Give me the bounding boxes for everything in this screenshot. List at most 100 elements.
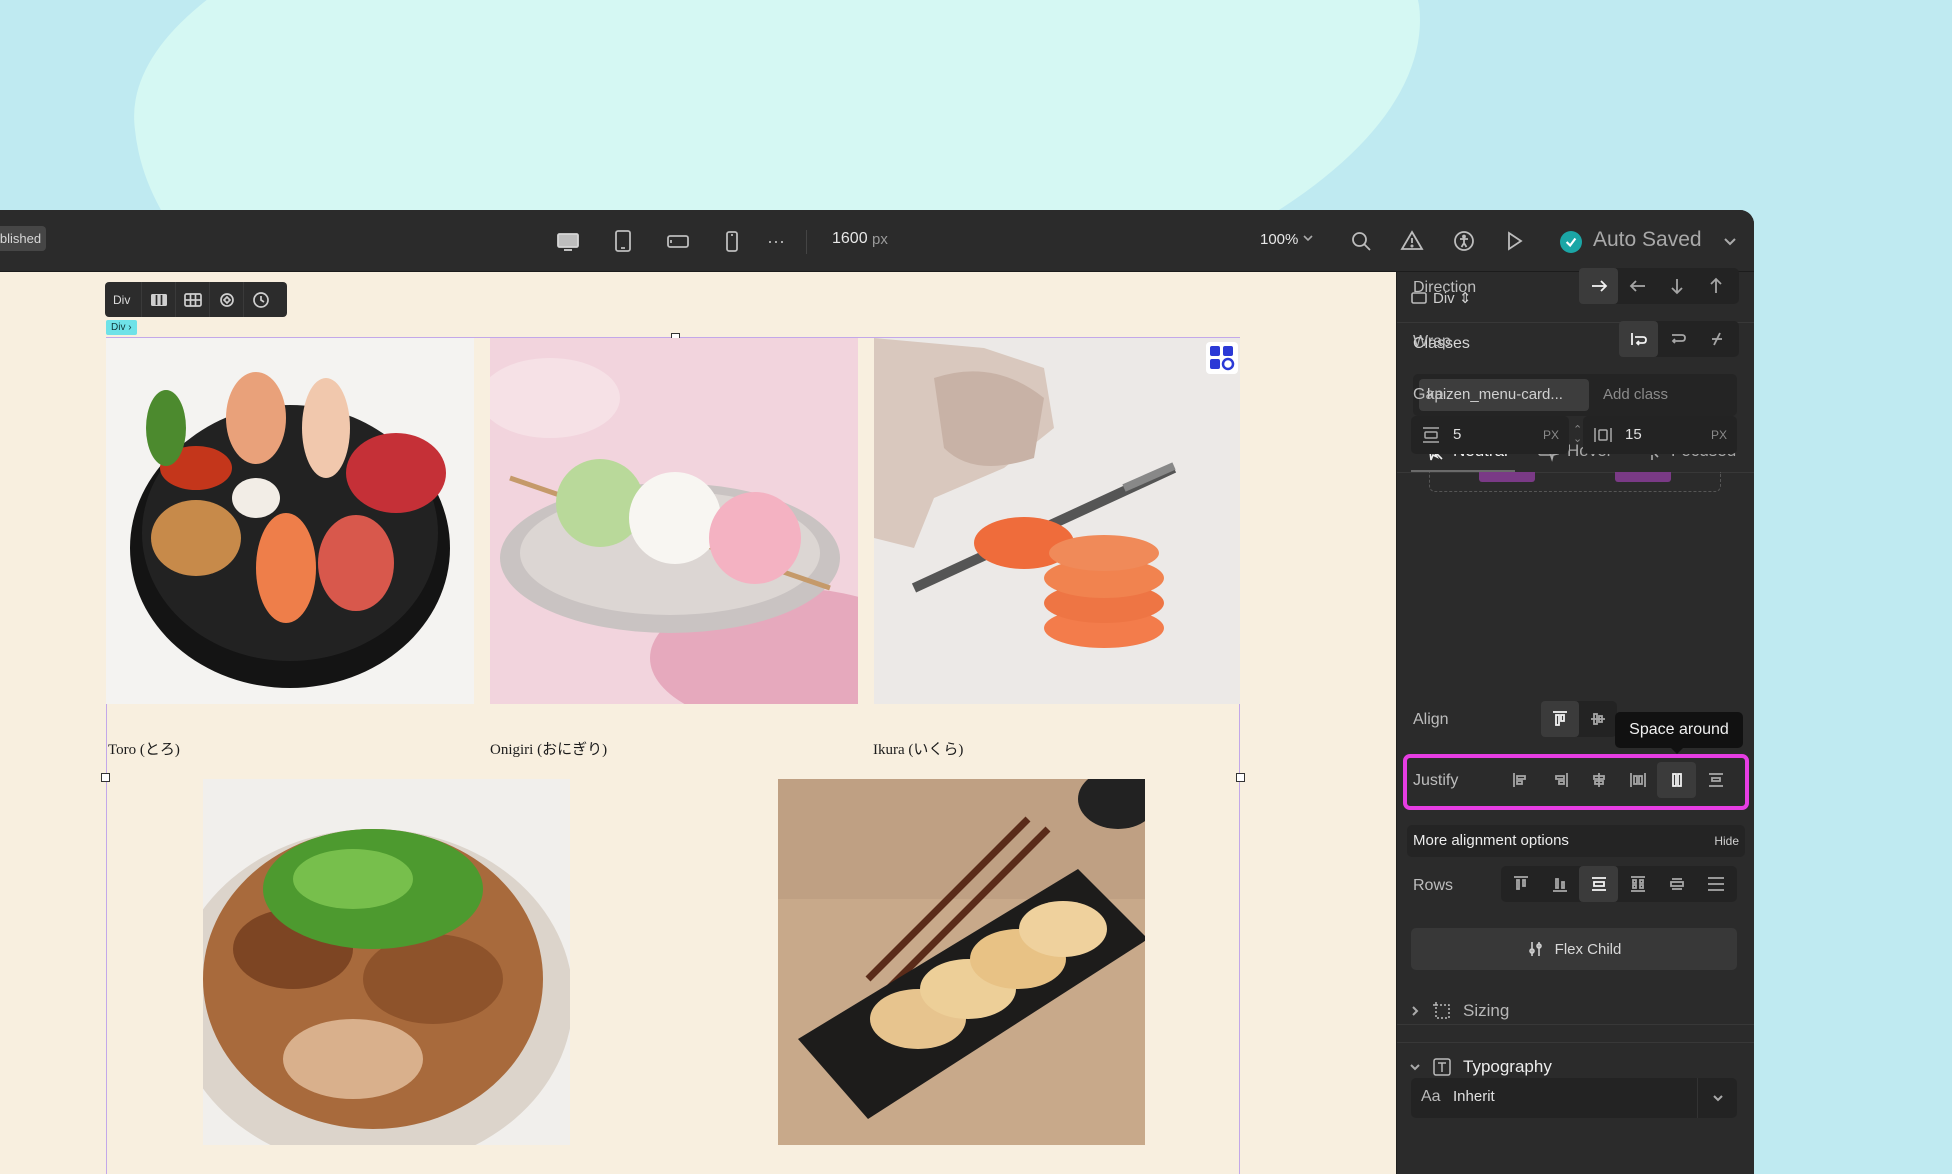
- rows-stretch-icon[interactable]: [1696, 866, 1735, 902]
- column-gap-field[interactable]: 15 PX: [1583, 416, 1737, 454]
- wrap-reverse-icon[interactable]: [1697, 321, 1736, 357]
- spacing-preview-box: [1429, 472, 1721, 492]
- justify-label: Justify: [1413, 772, 1459, 789]
- font-family-select[interactable]: Aa Inherit: [1411, 1078, 1737, 1118]
- justify-center-icon[interactable]: [1579, 762, 1618, 798]
- auto-saved-status: Auto Saved: [1593, 228, 1702, 251]
- mobile-landscape-icon[interactable]: [660, 223, 696, 259]
- direction-left-icon[interactable]: [1618, 268, 1657, 304]
- rows-space-around-icon[interactable]: [1657, 866, 1696, 902]
- direction-down-icon[interactable]: [1657, 268, 1696, 304]
- more-breakpoints-icon[interactable]: ···: [758, 223, 794, 259]
- justify-space-around-icon[interactable]: [1657, 762, 1696, 798]
- accessibility-icon[interactable]: [1446, 223, 1482, 259]
- design-canvas[interactable]: Div Div › Toro (とろ) Onigiri (おにぎり) Ikura…: [0, 272, 1396, 1174]
- published-badge[interactable]: Published: [0, 226, 46, 251]
- zoom-chevron-icon[interactable]: [1302, 232, 1314, 247]
- align-buttons: [1541, 701, 1617, 737]
- typography-label: Typography: [1463, 1057, 1552, 1076]
- sizing-section[interactable]: Sizing: [1409, 1000, 1509, 1022]
- typography-section[interactable]: Typography: [1409, 1056, 1552, 1078]
- preview-play-icon[interactable]: [1496, 223, 1532, 259]
- nowrap-icon[interactable]: [1619, 321, 1658, 357]
- editor-window: Published ··· 1600 px 100%: [0, 210, 1754, 1174]
- gap-link-icon[interactable]: ⌃ ⌄: [1573, 425, 1582, 445]
- style-panel: Div ⇕ ··· Classes kaizen_menu-card... Ad…: [1396, 268, 1754, 1174]
- flex-child-button[interactable]: Flex Child: [1411, 928, 1737, 970]
- direction-buttons: [1579, 268, 1739, 304]
- saved-check-icon: [1560, 231, 1582, 253]
- direction-label: Direction: [1413, 279, 1477, 296]
- padding-indicator: [1615, 472, 1671, 482]
- save-menu-chevron-icon[interactable]: [1721, 232, 1739, 255]
- gap-label: Gap: [1413, 386, 1444, 403]
- resize-handle-left[interactable]: [101, 773, 110, 782]
- align-label: Align: [1413, 711, 1449, 728]
- caption-onigiri: Onigiri (おにぎり): [490, 742, 608, 758]
- wrap-buttons: [1619, 321, 1739, 357]
- grid-icon[interactable]: [175, 282, 209, 317]
- mobile-portrait-icon[interactable]: [714, 223, 750, 259]
- direction-right-icon[interactable]: [1579, 268, 1618, 304]
- padding-indicator: [1479, 472, 1535, 482]
- justify-space-evenly-icon[interactable]: [1696, 762, 1735, 798]
- rows-space-between-icon[interactable]: [1618, 866, 1657, 902]
- class-chip[interactable]: kaizen_menu-card...: [1419, 379, 1589, 411]
- rows-end-icon[interactable]: [1540, 866, 1579, 902]
- column-gap-unit: PX: [1710, 428, 1727, 442]
- font-dropdown-chevron-icon[interactable]: [1697, 1078, 1737, 1118]
- rows-center-icon[interactable]: [1579, 866, 1618, 902]
- warning-icon[interactable]: [1394, 223, 1430, 259]
- wrap-label: Wrap: [1413, 333, 1451, 350]
- top-bar: Published ··· 1600 px 100%: [0, 210, 1754, 272]
- search-icon[interactable]: [1343, 223, 1379, 259]
- element-toolbar: Div: [105, 282, 287, 317]
- caption-toro: Toro (とろ): [108, 742, 180, 758]
- flex-columns-icon[interactable]: [141, 282, 175, 317]
- justify-end-icon[interactable]: [1540, 762, 1579, 798]
- space-around-tooltip: Space around: [1615, 712, 1743, 754]
- zoom-level[interactable]: 100%: [1260, 231, 1298, 248]
- align-start-icon[interactable]: [1541, 701, 1579, 737]
- justify-start-icon[interactable]: [1501, 762, 1540, 798]
- component-icon[interactable]: [209, 282, 243, 317]
- resize-handle-right[interactable]: [1236, 773, 1245, 782]
- direction-up-icon[interactable]: [1696, 268, 1735, 304]
- justify-space-between-icon[interactable]: [1618, 762, 1657, 798]
- toolbar-divider: [806, 230, 807, 254]
- wrap-icon[interactable]: [1658, 321, 1697, 357]
- align-center-icon[interactable]: [1579, 701, 1617, 737]
- row-gap-unit: PX: [1542, 428, 1559, 442]
- breadcrumb-div-tag[interactable]: Div ›: [106, 320, 137, 335]
- canvas-width-value[interactable]: 1600: [832, 230, 868, 248]
- row-gap-icon: [1421, 426, 1441, 449]
- rows-start-icon[interactable]: [1501, 866, 1540, 902]
- sizing-icon: [1433, 1002, 1450, 1019]
- rows-label: Rows: [1413, 877, 1454, 894]
- sizing-label: Sizing: [1463, 1001, 1510, 1020]
- add-class-placeholder[interactable]: Add class: [1603, 386, 1668, 403]
- justify-buttons: [1501, 762, 1737, 798]
- tablet-view-icon[interactable]: [605, 223, 641, 259]
- canvas-width-unit: px: [872, 231, 888, 248]
- class-input[interactable]: kaizen_menu-card... Add class: [1413, 374, 1737, 416]
- flex-child-label: Flex Child: [1554, 940, 1622, 958]
- dango-image: [490, 338, 858, 704]
- row-gap-value: 5: [1453, 426, 1462, 443]
- settings-icon[interactable]: [243, 282, 277, 317]
- row-gap-field[interactable]: 5 PX: [1411, 416, 1569, 454]
- salmon-sashimi-image: [874, 338, 1240, 704]
- more-alignment-title: More alignment options: [1413, 832, 1569, 849]
- chevron-down-icon: [1410, 1064, 1420, 1071]
- font-family-value: Inherit: [1453, 1088, 1495, 1105]
- hide-alignment-button[interactable]: Hide: [1714, 834, 1739, 848]
- desktop-view-icon[interactable]: [550, 223, 586, 259]
- chevron-right-icon: [1412, 1006, 1419, 1016]
- rows-align-buttons: [1501, 866, 1737, 902]
- component-badge-icon[interactable]: [1206, 342, 1238, 374]
- more-alignment-options[interactable]: More alignment options Hide: [1407, 825, 1745, 857]
- caption-ikura: Ikura (いくら): [873, 742, 964, 758]
- grilled-chicken-image: [203, 779, 570, 1145]
- font-icon: Aa: [1421, 1088, 1441, 1105]
- sushi-platter-image: [106, 338, 474, 704]
